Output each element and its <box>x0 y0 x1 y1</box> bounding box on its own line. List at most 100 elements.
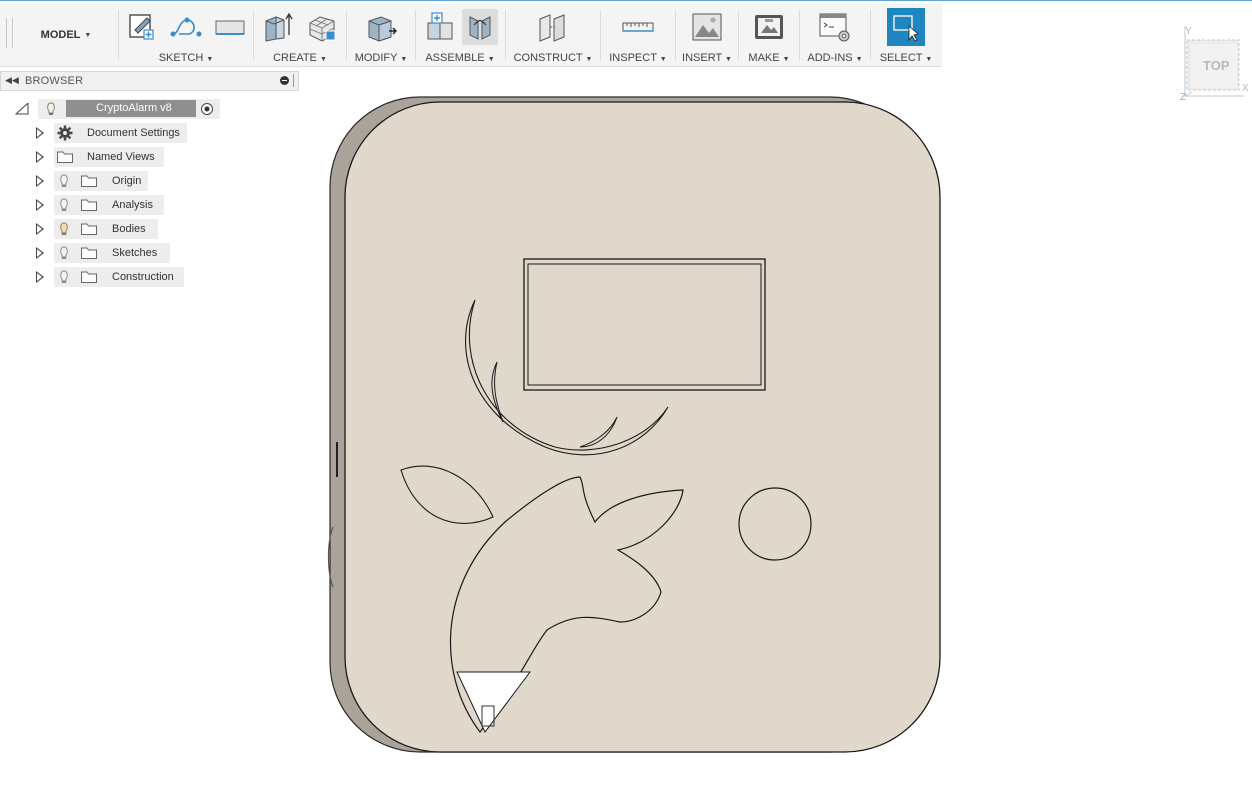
browser-resize-handle[interactable] <box>293 74 294 87</box>
joint-icon[interactable] <box>462 9 498 45</box>
make-label: MAKE <box>748 52 780 64</box>
workspace-switcher[interactable]: MODEL ▼ <box>16 10 116 60</box>
sketch-group[interactable]: SKETCH ▼ <box>120 6 252 66</box>
browser-item-sketches[interactable]: Sketches <box>0 243 300 263</box>
browser-title: BROWSER <box>25 75 84 87</box>
toolbar-divider <box>415 10 416 60</box>
inspect-label: INSPECT <box>609 52 657 64</box>
browser-item-bodies[interactable]: Bodies <box>0 219 300 239</box>
visibility-bulb-icon[interactable] <box>59 246 69 260</box>
toolbar-divider <box>675 10 676 60</box>
document-name[interactable]: CryptoAlarm v8 <box>66 100 196 117</box>
chevron-down-icon: ▼ <box>84 31 92 39</box>
scripts-icon[interactable] <box>817 9 853 45</box>
toolbar-divider <box>253 10 254 60</box>
model-viewport[interactable] <box>325 92 945 757</box>
browser-item-label: Named Views <box>87 151 155 163</box>
expand-triangle-icon[interactable] <box>36 199 44 211</box>
create-sketch-icon[interactable] <box>124 9 160 45</box>
visibility-bulb-icon[interactable] <box>46 102 56 116</box>
expand-triangle-icon[interactable] <box>36 127 44 139</box>
toolbar-grip[interactable] <box>6 18 13 48</box>
expand-triangle-icon[interactable] <box>36 175 44 187</box>
modify-label: MODIFY <box>354 52 398 64</box>
new-component-icon[interactable] <box>422 9 458 45</box>
browser-item-label: Document Settings <box>87 127 180 139</box>
insert-group[interactable]: INSERT ▼ <box>677 6 737 66</box>
viewcube-top-face[interactable]: TOP <box>1203 58 1230 73</box>
browser-item-label: Sketches <box>112 247 158 259</box>
toolbar-divider <box>799 10 800 60</box>
toolbar-divider <box>738 10 739 60</box>
add-ins-label: ADD-INS <box>807 52 853 64</box>
spline-icon[interactable] <box>168 9 204 45</box>
browser-item-label: Construction <box>112 271 174 283</box>
toolbar-divider <box>118 10 119 60</box>
expand-triangle-icon[interactable] <box>36 223 44 235</box>
browser-root-row[interactable]: CryptoAlarm v8 <box>0 99 300 119</box>
add-ins-group[interactable]: ADD-INS ▼ <box>801 6 869 66</box>
visibility-bulb-icon[interactable] <box>59 198 69 212</box>
expand-triangle-icon[interactable] <box>36 151 44 163</box>
insert-image-icon[interactable] <box>689 9 725 45</box>
insert-label: INSERT <box>682 52 722 64</box>
workspace-label: MODEL <box>40 29 81 41</box>
browser-item-label: Origin <box>112 175 142 187</box>
create-group[interactable]: CREATE ▼ <box>255 6 345 66</box>
folder-icon <box>81 271 97 283</box>
measure-icon[interactable] <box>620 9 656 45</box>
folder-icon <box>57 151 73 163</box>
toolbar-divider <box>505 10 506 60</box>
browser-header: ◀◀ BROWSER <box>0 71 299 91</box>
sketch-label: SKETCH <box>158 52 204 64</box>
visibility-bulb-on-icon[interactable] <box>59 222 69 236</box>
expand-triangle-icon[interactable] <box>36 247 44 259</box>
document-name-label: CryptoAlarm v8 <box>96 102 172 114</box>
press-pull-icon[interactable] <box>363 9 399 45</box>
browser-item-construction[interactable]: Construction <box>0 267 300 287</box>
folder-icon <box>81 247 97 259</box>
browser-item-label: Analysis <box>112 199 153 211</box>
expand-triangle-icon[interactable] <box>36 271 44 283</box>
viewcube-z-label: Z <box>1180 92 1186 102</box>
extrude-icon[interactable] <box>260 9 296 45</box>
assemble-group[interactable]: ASSEMBLE ▼ <box>417 6 503 66</box>
folder-icon <box>81 175 97 187</box>
gear-icon <box>57 125 73 141</box>
crypto-alarm-body <box>327 96 941 753</box>
viewcube-y-label: Y <box>1185 26 1192 37</box>
browser-item-named-views[interactable]: Named Views <box>0 147 300 167</box>
activate-radio-icon[interactable] <box>200 102 214 116</box>
browser-item-origin[interactable]: Origin <box>0 171 300 191</box>
toolbar: MODEL ▼ SKETCH ▼ CREATE ▼ MODIFY ▼ ASSEM… <box>0 4 942 67</box>
folder-icon <box>81 199 97 211</box>
select-window-icon[interactable] <box>887 8 925 46</box>
visibility-bulb-icon[interactable] <box>59 270 69 284</box>
assemble-label: ASSEMBLE <box>425 52 485 64</box>
modify-group[interactable]: MODIFY ▼ <box>348 6 414 66</box>
select-group[interactable]: SELECT ▼ <box>872 6 940 66</box>
collapse-browser-icon[interactable]: ◀◀ <box>5 75 19 86</box>
construct-group[interactable]: CONSTRUCT ▼ <box>507 6 599 66</box>
print-3d-icon[interactable] <box>751 9 787 45</box>
rectangle-icon[interactable] <box>212 9 248 45</box>
construct-label: CONSTRUCT <box>513 52 583 64</box>
folder-icon <box>81 223 97 235</box>
browser-item-analysis[interactable]: Analysis <box>0 195 300 215</box>
minimize-browser-icon[interactable] <box>280 76 289 85</box>
create-form-icon[interactable] <box>304 9 340 45</box>
viewcube-x-label: X <box>1242 83 1249 94</box>
create-label: CREATE <box>273 52 317 64</box>
browser-item-document-settings[interactable]: Document Settings <box>0 123 300 143</box>
browser-item-label: Bodies <box>112 223 146 235</box>
make-group[interactable]: MAKE ▼ <box>740 6 798 66</box>
offset-plane-icon[interactable] <box>535 9 571 45</box>
visibility-bulb-icon[interactable] <box>59 174 69 188</box>
inspect-group[interactable]: INSPECT ▼ <box>602 6 674 66</box>
select-label: SELECT <box>879 52 923 64</box>
toolbar-divider <box>600 10 601 60</box>
toolbar-divider <box>870 10 871 60</box>
viewcube[interactable]: Y X Z TOP <box>1178 22 1252 103</box>
expanded-triangle-icon[interactable] <box>15 103 29 115</box>
window-top-border <box>0 0 1252 1</box>
